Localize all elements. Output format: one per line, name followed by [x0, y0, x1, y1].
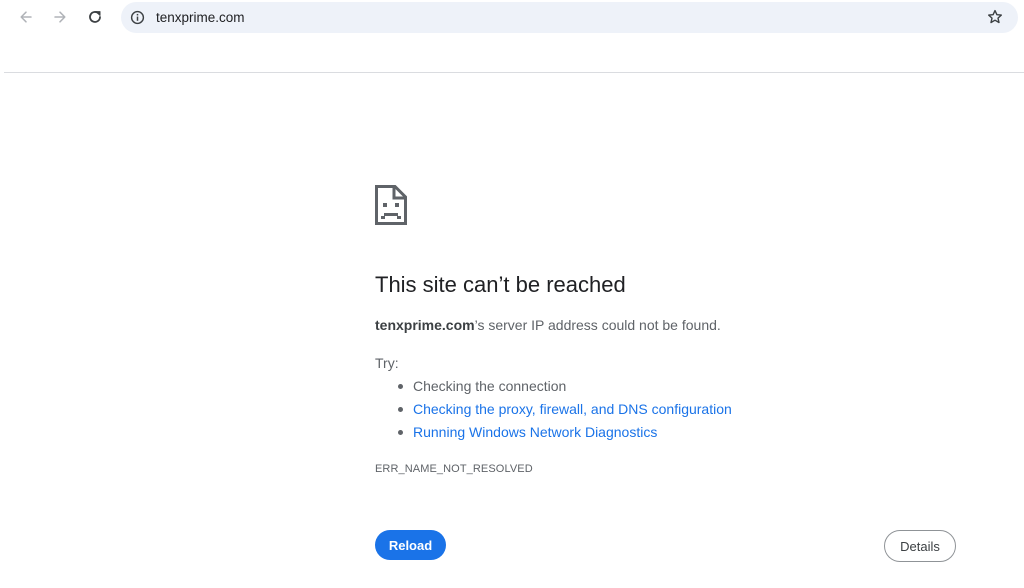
suggestion-diagnostics-link[interactable]: Running Windows Network Diagnostics [413, 424, 657, 440]
arrow-left-icon [20, 11, 32, 23]
error-summary: tenxprime.com’s server IP address could … [375, 316, 721, 334]
info-circle-icon[interactable] [129, 9, 145, 25]
list-item: Running Windows Network Diagnostics [375, 422, 732, 445]
page-title: This site can’t be reached [375, 272, 626, 297]
summary-host: tenxprime.com [375, 317, 475, 333]
sad-page-icon [375, 185, 407, 225]
url-text[interactable]: tenxprime.com [156, 9, 245, 26]
reload-icon [89, 11, 101, 23]
suggestions-list: Checking the connection Checking the pro… [375, 376, 732, 445]
bullet [398, 430, 403, 435]
arrow-right-icon [54, 11, 66, 23]
bullet [398, 407, 403, 412]
reload-page-button[interactable]: Reload [375, 530, 446, 560]
toolbar-divider [4, 72, 1024, 73]
reload-button[interactable] [81, 4, 109, 30]
error-code: ERR_NAME_NOT_RESOLVED [375, 463, 533, 475]
forward-button[interactable] [46, 4, 74, 30]
browser-toolbar: tenxprime.com [0, 0, 1024, 36]
star-outline-icon[interactable] [986, 8, 1004, 26]
back-button[interactable] [12, 4, 40, 30]
list-item: Checking the connection [375, 376, 732, 399]
summary-text: ’s server IP address could not be found. [474, 317, 721, 333]
suggestion-check-connection: Checking the connection [413, 378, 567, 394]
list-item: Checking the proxy, firewall, and DNS co… [375, 399, 732, 422]
suggestion-proxy-link[interactable]: Checking the proxy, firewall, and DNS co… [413, 401, 732, 417]
details-button[interactable]: Details [884, 530, 956, 562]
try-label: Try: [375, 355, 399, 371]
address-bar[interactable]: tenxprime.com [121, 2, 1018, 33]
bullet [398, 384, 403, 389]
